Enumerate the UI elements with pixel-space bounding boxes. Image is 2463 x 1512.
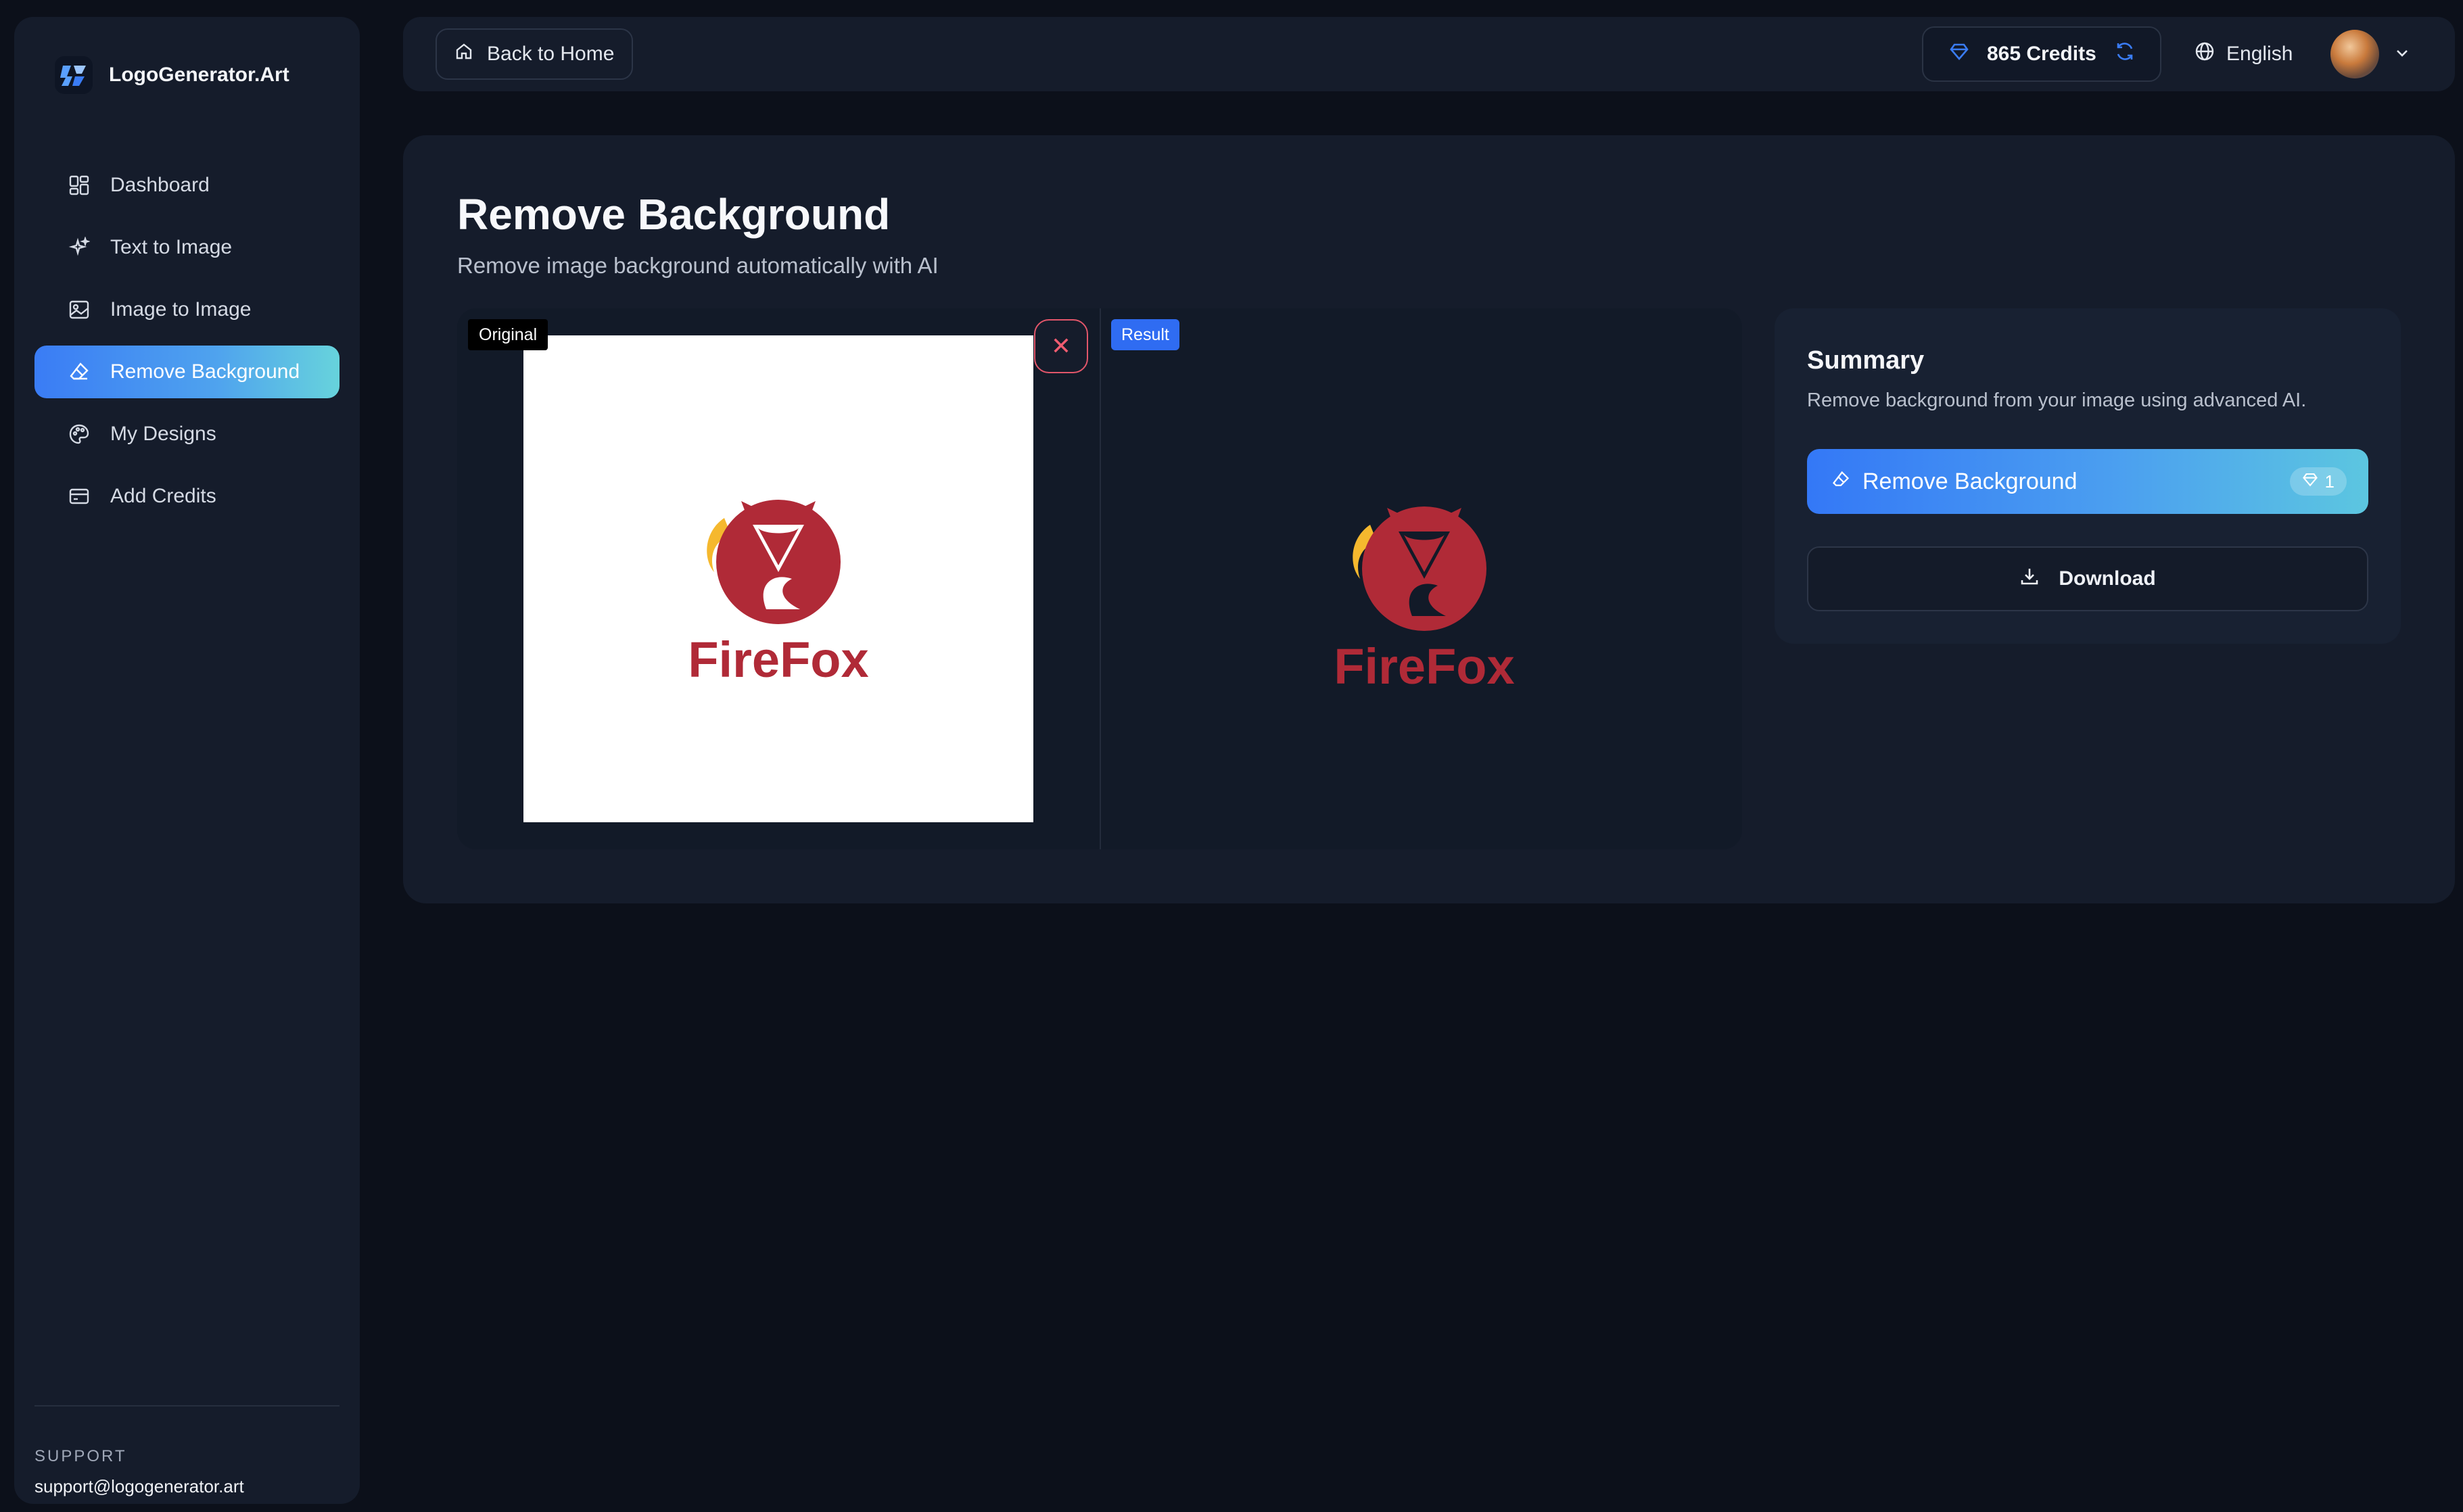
back-to-home-label: Back to Home [487, 43, 615, 65]
credits-display[interactable]: 865 Credits [1922, 26, 2161, 82]
page-title: Remove Background [457, 190, 891, 239]
globe-icon [2194, 41, 2215, 68]
language-selector[interactable]: English [2194, 26, 2293, 82]
sidebar-item-label: Remove Background [110, 360, 300, 383]
remove-background-label: Remove Background [1862, 468, 2078, 494]
firefox-logo-original: FireFox [688, 500, 869, 687]
sidebar-nav: Dashboard Text to Image Image to Image R… [34, 159, 339, 532]
result-image: FireFox [1323, 471, 1526, 701]
page-subtitle: Remove image background automatically wi… [457, 253, 939, 278]
download-icon [2019, 566, 2040, 592]
sparkles-icon [67, 235, 91, 260]
summary-title: Summary [1807, 346, 1925, 375]
download-label: Download [2059, 567, 2156, 590]
chevron-down-icon[interactable] [2394, 45, 2410, 64]
image-icon [67, 298, 91, 322]
download-button[interactable]: Download [1807, 546, 2368, 611]
image-compare-panel: FireFox Original ✕ Result FireFox [457, 308, 1742, 849]
credit-card-icon [67, 484, 91, 509]
home-icon [454, 42, 473, 66]
cost-badge: 1 [2289, 467, 2347, 496]
sidebar-item-label: Text to Image [110, 236, 233, 258]
sidebar-item-image-to-image[interactable]: Image to Image [34, 283, 339, 336]
avatar[interactable] [2330, 30, 2379, 78]
sidebar: LogoGenerator.Art Dashboard Text to Imag… [14, 17, 360, 1504]
sidebar-item-my-designs[interactable]: My Designs [34, 408, 339, 460]
result-tag: Result [1111, 319, 1179, 350]
support-email-link[interactable]: support@logogenerator.art [34, 1476, 244, 1497]
sidebar-item-add-credits[interactable]: Add Credits [34, 470, 339, 523]
support-label: SUPPORT [34, 1447, 127, 1465]
firefox-wordmark-result: FireFox [1334, 638, 1514, 694]
eraser-icon [1831, 469, 1850, 495]
credits-label: 865 Credits [1987, 43, 2096, 65]
remove-background-button[interactable]: Remove Background 1 [1807, 449, 2368, 514]
top-bar: Back to Home 865 Credits English [403, 17, 2455, 91]
pane-divider [1100, 308, 1101, 849]
sidebar-item-text-to-image[interactable]: Text to Image [34, 221, 339, 274]
original-image: FireFox [523, 335, 1033, 822]
sidebar-item-label: Image to Image [110, 298, 252, 321]
sidebar-item-remove-background[interactable]: Remove Background [34, 346, 339, 398]
original-tag: Original [468, 319, 548, 350]
language-label: English [2226, 43, 2293, 65]
diamond-icon [2302, 471, 2318, 492]
firefox-wordmark: FireFox [688, 632, 868, 687]
sidebar-item-dashboard[interactable]: Dashboard [34, 159, 339, 212]
back-to-home-button[interactable]: Back to Home [436, 28, 634, 80]
summary-panel: Summary Remove background from your imag… [1775, 308, 2401, 644]
cost-value: 1 [2324, 471, 2335, 492]
sidebar-item-label: My Designs [110, 423, 216, 445]
remove-image-button[interactable]: ✕ [1034, 319, 1088, 373]
summary-description: Remove background from your image using … [1807, 389, 2307, 411]
main-card: Remove Background Remove image backgroun… [403, 135, 2455, 903]
sidebar-divider [34, 1405, 339, 1407]
palette-icon [67, 422, 91, 446]
brand-name: LogoGenerator.Art [109, 64, 289, 86]
firefox-logo-result: FireFox [1334, 506, 1515, 694]
diamond-icon [1949, 41, 1969, 67]
eraser-icon [67, 360, 91, 384]
close-icon: ✕ [1050, 332, 1072, 360]
refresh-icon[interactable] [2114, 41, 2136, 68]
brand-logo-icon [55, 56, 93, 94]
dashboard-icon [67, 173, 91, 197]
sidebar-item-label: Add Credits [110, 485, 216, 507]
sidebar-item-label: Dashboard [110, 174, 210, 196]
user-menu[interactable] [2330, 28, 2410, 80]
brand[interactable]: LogoGenerator.Art [55, 56, 289, 94]
